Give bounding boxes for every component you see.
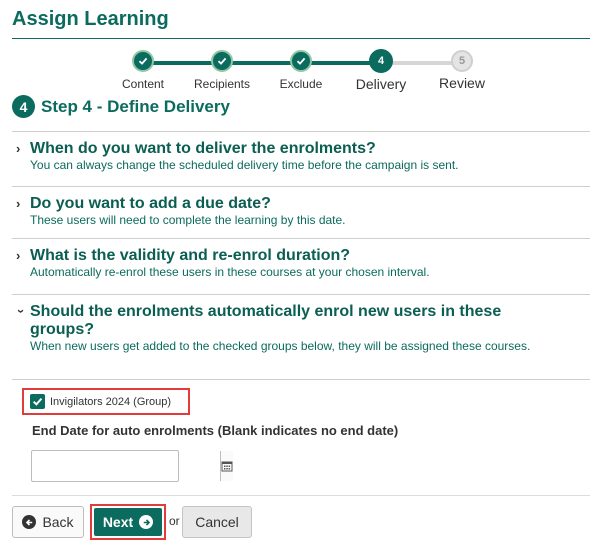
next-button-highlight: Next: [90, 504, 166, 540]
footer-divider: [12, 495, 590, 496]
step-content: Content: [98, 46, 188, 91]
step-label: Delivery: [355, 76, 407, 92]
end-date-label: End Date for auto enrolments (Blank indi…: [32, 423, 399, 438]
step-recipients: Recipients: [177, 46, 267, 91]
step-label: Recipients: [193, 77, 251, 91]
section-due-date[interactable]: › Do you want to add a due date? These u…: [12, 186, 590, 238]
section-subtitle: You can always change the scheduled deli…: [30, 158, 459, 172]
back-button[interactable]: Back: [12, 506, 84, 538]
progress-stepper: Content Recipients Exclude 4 Delivery 5 …: [0, 46, 600, 94]
step-delivery: 4 Delivery: [336, 46, 426, 92]
step-label: Exclude: [279, 77, 323, 91]
section-title: Should the enrolments automatically enro…: [30, 303, 502, 338]
step-label: Review: [439, 75, 485, 91]
group-checkbox-row[interactable]: Invigilators 2024 (Group): [22, 388, 190, 415]
calendar-icon[interactable]: [220, 451, 233, 481]
section-validity[interactable]: › What is the validity and re-enrol dura…: [12, 238, 590, 294]
arrow-left-icon: [22, 515, 37, 529]
page-title: Assign Learning: [12, 8, 169, 30]
section-auto-enrol[interactable]: › Should the enrolments automatically en…: [12, 294, 590, 380]
step-heading: 4 Step 4 - Define Delivery: [12, 95, 230, 118]
section-title: What is the validity and re-enrol durati…: [30, 247, 351, 264]
section-subtitle: These users will need to complete the le…: [30, 213, 346, 227]
step-number-badge: 4: [12, 95, 35, 118]
step-exclude: Exclude: [256, 46, 346, 91]
step-heading-title: Step 4 - Define Delivery: [41, 96, 230, 116]
chevron-right-icon: ›: [16, 196, 21, 211]
back-button-label: Back: [42, 514, 74, 530]
check-icon: [290, 50, 312, 72]
group-checkbox-label: Invigilators 2024 (Group): [50, 395, 172, 408]
step-review: 5 Review: [417, 46, 507, 91]
section-subtitle: Automatically re-enrol these users in th…: [30, 265, 430, 279]
section-subtitle: When new users get added to the checked …: [30, 339, 531, 353]
or-separator: or: [169, 514, 180, 528]
section-delivery-time[interactable]: › When do you want to deliver the enrolm…: [12, 131, 590, 186]
chevron-down-icon: ›: [14, 309, 29, 314]
check-icon: [132, 50, 154, 72]
title-divider: [12, 38, 590, 39]
next-button-label: Next: [102, 514, 134, 530]
end-date-input[interactable]: [32, 451, 220, 481]
step-number: 5: [451, 50, 473, 72]
step-label: Content: [121, 77, 165, 91]
section-title: Do you want to add a due date?: [30, 195, 271, 212]
end-date-field: [31, 450, 233, 482]
check-icon: [211, 50, 233, 72]
step-number: 4: [369, 49, 393, 73]
cancel-button[interactable]: Cancel: [182, 506, 252, 538]
next-button[interactable]: Next: [94, 508, 162, 536]
section-title: When do you want to deliver the enrolmen…: [30, 140, 376, 157]
check-icon: [32, 397, 43, 406]
group-checkbox[interactable]: [30, 394, 45, 409]
chevron-right-icon: ›: [16, 141, 21, 156]
arrow-right-icon: [139, 515, 154, 529]
chevron-right-icon: ›: [16, 248, 21, 263]
